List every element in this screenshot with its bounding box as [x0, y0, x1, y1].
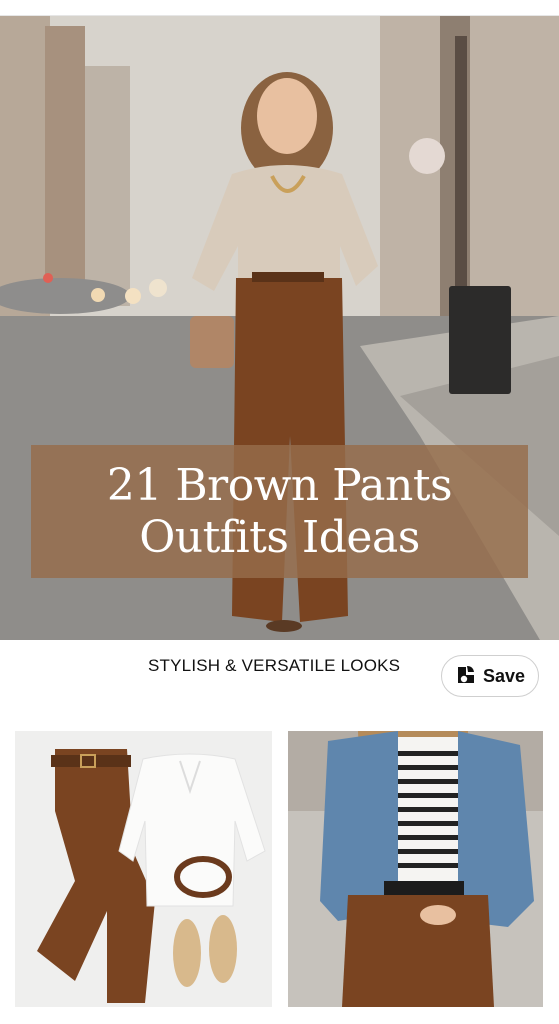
flatlay-illustration — [15, 731, 272, 1007]
title-line-1: 21 Brown Pants — [106, 459, 453, 511]
save-button-label: Save — [482, 665, 526, 686]
flatlay-photo-tile[interactable] — [15, 731, 272, 1007]
title-line-2: Outfits Ideas — [139, 511, 420, 563]
save-button[interactable]: Save — [441, 655, 539, 697]
title-overlay-band: 21 Brown Pants Outfits Ideas — [31, 445, 528, 578]
save-pin-icon — [455, 663, 477, 690]
hero-photo[interactable]: 21 Brown Pants Outfits Ideas — [0, 16, 559, 640]
denim-jacket-photo-tile[interactable] — [288, 731, 543, 1007]
denim-look-illustration — [288, 731, 543, 1007]
pin-subtitle: STYLISH & VERSATILE LOOKS — [148, 656, 401, 675]
